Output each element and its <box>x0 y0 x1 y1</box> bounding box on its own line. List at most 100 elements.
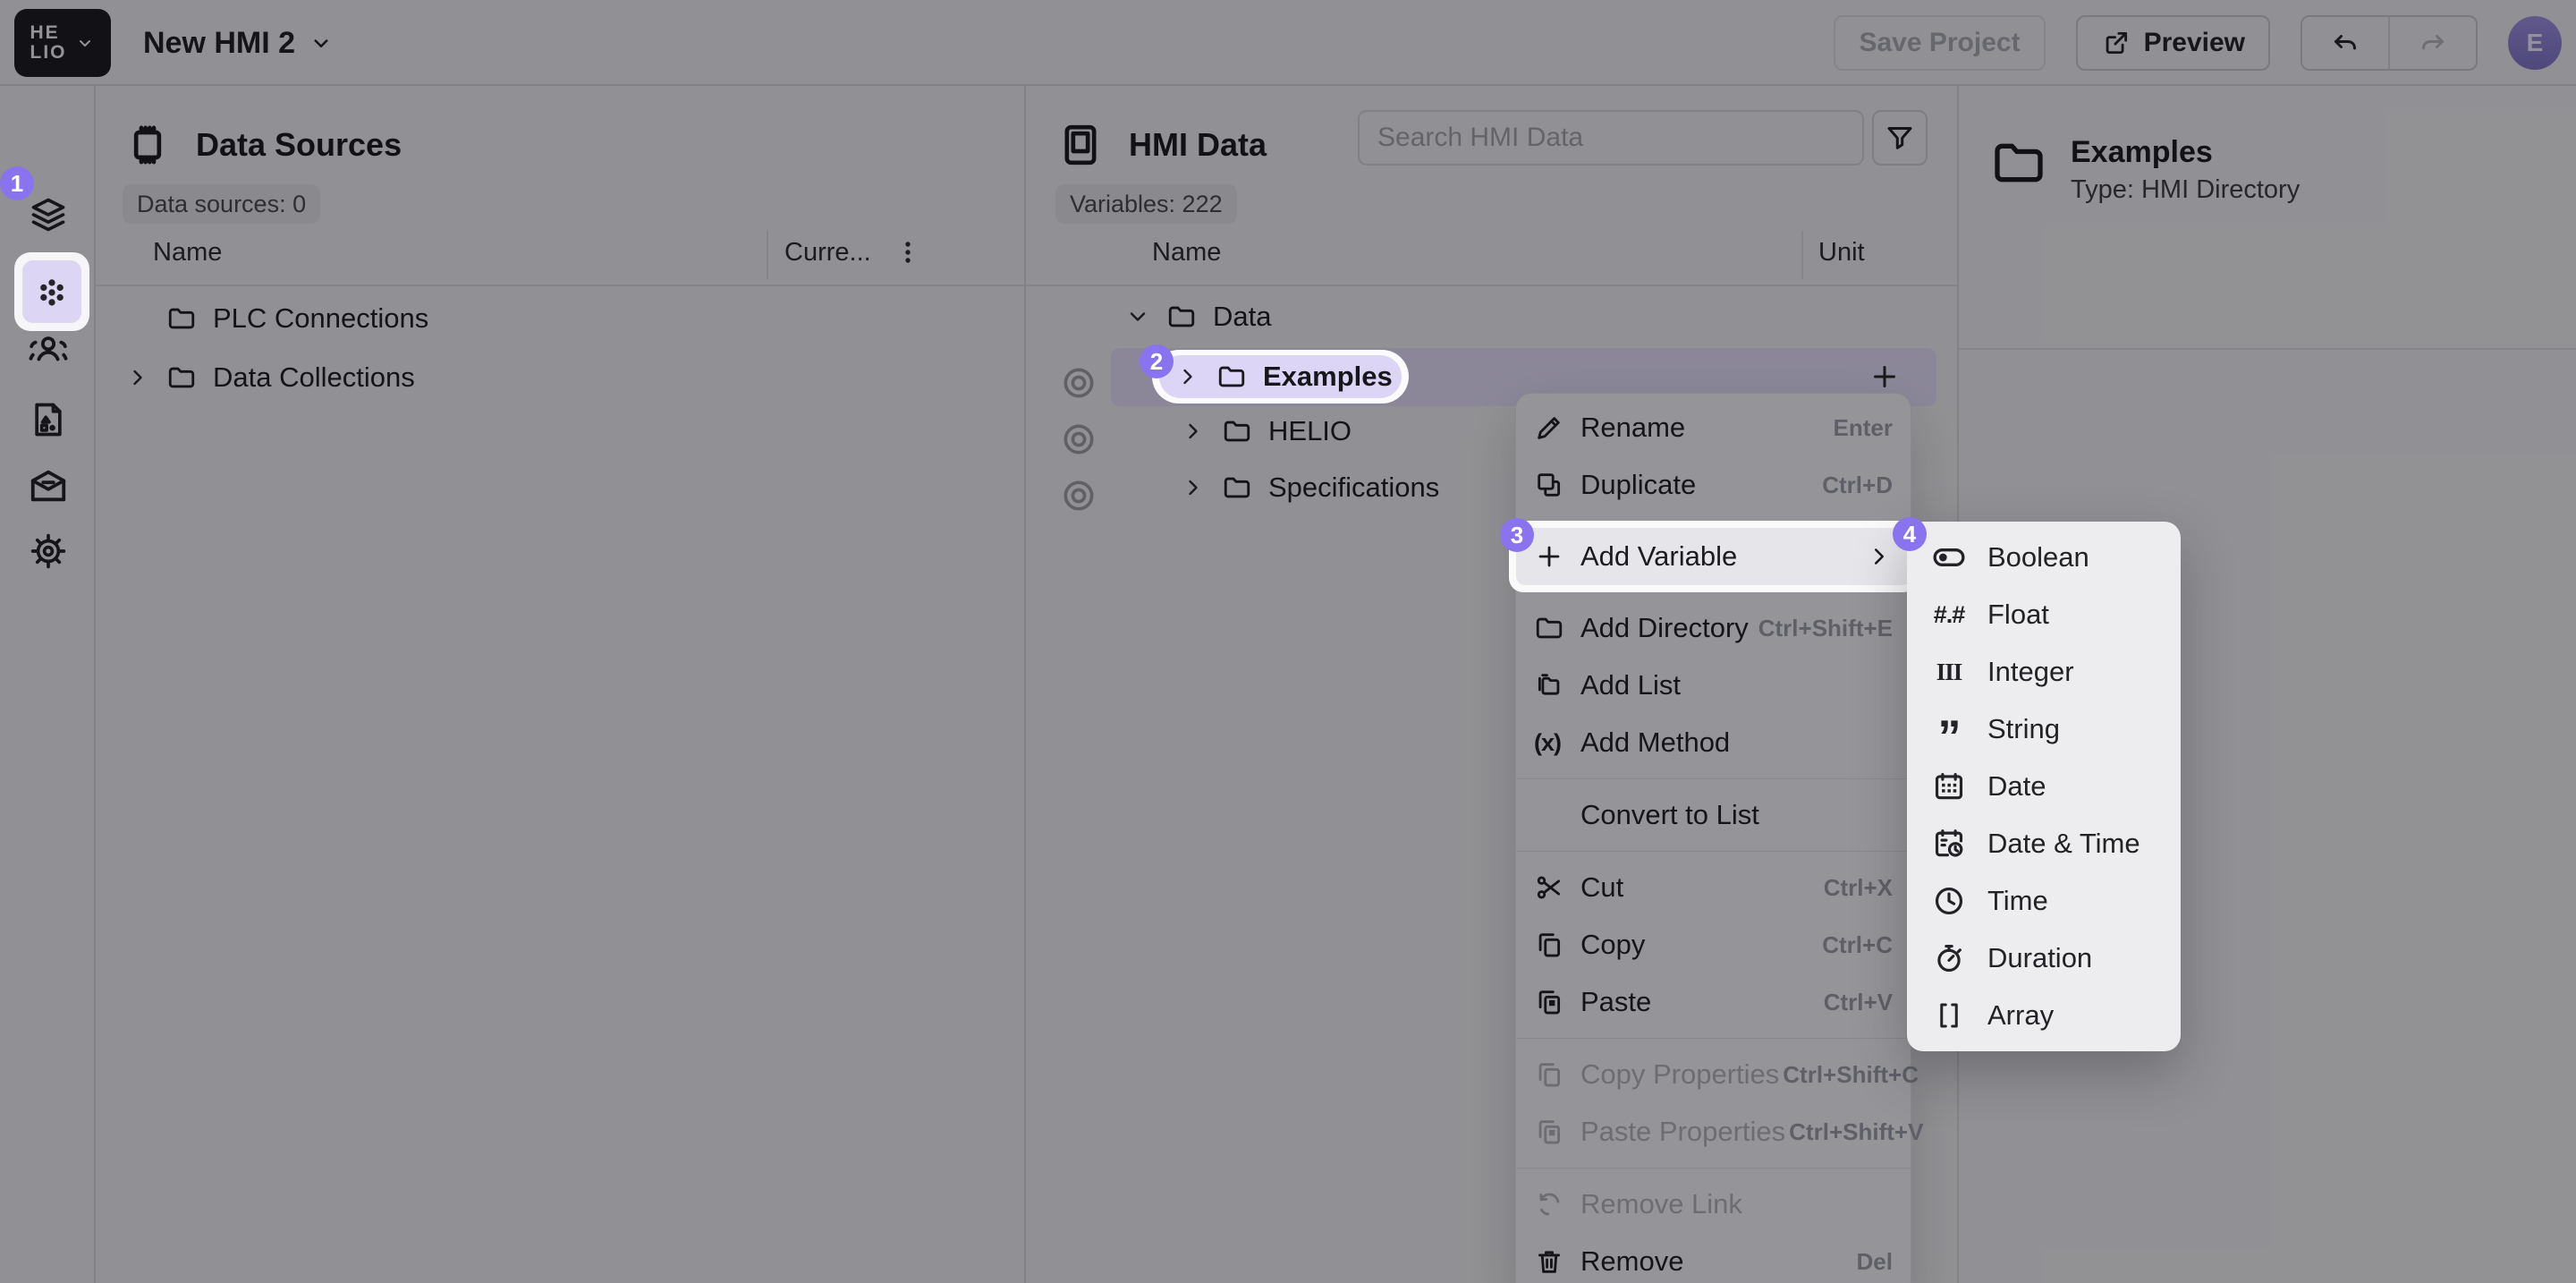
top-bar-actions: Save Project Preview <box>1834 15 2562 71</box>
folder-icon <box>1990 134 2047 191</box>
column-divider[interactable] <box>767 231 768 279</box>
folder-icon <box>1166 302 1197 332</box>
assets-icon[interactable] <box>0 400 96 439</box>
save-project-button[interactable]: Save Project <box>1834 15 2045 71</box>
menu-item-remove-link[interactable]: Remove Link <box>1516 1176 1911 1233</box>
chevron-right-icon[interactable] <box>1175 364 1200 389</box>
search-placeholder: Search HMI Data <box>1377 123 1583 153</box>
column-divider[interactable] <box>1801 231 1803 279</box>
menu-item-rename[interactable]: Rename Enter <box>1516 399 1911 456</box>
undo-button[interactable] <box>2302 17 2388 69</box>
plc-chip-icon <box>123 120 173 170</box>
tree-row-helio[interactable]: HELIO <box>1181 415 1352 447</box>
menu-item-cut[interactable]: Cut Ctrl+X <box>1516 859 1911 916</box>
float-hash-icon: #.# <box>1930 601 1968 629</box>
data-sources-panel: Data Sources Data sources: 0 Name Curre.… <box>96 86 1026 1283</box>
user-avatar[interactable]: E <box>2508 16 2562 70</box>
submenu-chevron-right-icon <box>1866 543 1893 570</box>
menu-item-duplicate[interactable]: Duplicate Ctrl+D <box>1516 456 1911 514</box>
mail-icon[interactable] <box>0 465 96 506</box>
menu-item-copy[interactable]: Copy Ctrl+C <box>1516 916 1911 973</box>
brackets-icon <box>1930 999 1968 1032</box>
submenu-item-time[interactable]: Time <box>1907 872 2181 930</box>
chevron-down-icon[interactable] <box>1125 304 1150 329</box>
settings-gear-icon[interactable] <box>0 531 96 571</box>
link-target-icon[interactable] <box>1059 363 1098 403</box>
stopwatch-icon <box>1930 941 1968 975</box>
tour-badge-2: 2 <box>1140 344 1174 378</box>
calendar-icon <box>1930 769 1968 803</box>
inspector-type: Type: HMI Directory <box>2071 175 2300 205</box>
menu-item-copy-properties[interactable]: Copy Properties Ctrl+Shift+C <box>1516 1046 1911 1103</box>
helio-logo-menu[interactable]: HE LIO <box>14 9 111 77</box>
column-name: Name <box>1152 238 1221 268</box>
data-dots-icon <box>32 272 72 311</box>
undo-redo-group <box>2301 15 2478 71</box>
folder-icon <box>1222 472 1252 503</box>
layers-icon[interactable] <box>0 195 96 234</box>
users-icon[interactable] <box>0 328 96 370</box>
chevron-right-icon[interactable] <box>1181 475 1206 500</box>
folder-icon <box>1216 361 1247 392</box>
redo-button[interactable] <box>2388 17 2476 69</box>
submenu-item-float[interactable]: #.# Float <box>1907 586 2181 643</box>
preview-button[interactable]: Preview <box>2076 15 2270 71</box>
clock-icon <box>1930 884 1968 918</box>
submenu-item-array[interactable]: Array <box>1907 987 2181 1044</box>
pencil-icon <box>1534 412 1577 443</box>
folder-icon <box>166 362 197 393</box>
add-child-plus-icon[interactable] <box>1868 361 1901 393</box>
menu-item-remove[interactable]: Remove Del <box>1516 1233 1911 1283</box>
tree-row-specifications[interactable]: Specifications <box>1181 472 1439 504</box>
data-sources-count-badge: Data sources: 0 <box>123 184 320 224</box>
project-name: New HMI 2 <box>143 26 295 61</box>
context-menu: Rename Enter Duplicate Ctrl+D Add Variab… <box>1515 393 1911 1283</box>
inspector-divider <box>1959 348 2576 350</box>
column-name: Name <box>153 238 222 268</box>
tree-row-data[interactable]: Data <box>1125 301 1271 333</box>
menu-item-paste[interactable]: Paste Ctrl+V <box>1516 973 1911 1031</box>
tree-row-data-collections[interactable]: Data Collections <box>125 361 415 394</box>
submenu-item-date-time[interactable]: Date & Time <box>1907 815 2181 872</box>
tree-row-plc-connections[interactable]: PLC Connections <box>166 302 428 335</box>
examples-spotlight-pill[interactable]: Examples <box>1152 350 1409 404</box>
menu-separator <box>1516 851 1911 852</box>
submenu-item-date[interactable]: Date <box>1907 758 2181 815</box>
chevron-right-icon[interactable] <box>125 365 150 390</box>
menu-item-convert-to-list[interactable]: Convert to List <box>1516 786 1911 844</box>
menu-item-add-variable-spotlight[interactable]: Add Variable <box>1509 521 1918 592</box>
unlink-refresh-icon <box>1534 1189 1577 1219</box>
project-title-dropdown[interactable]: New HMI 2 <box>143 0 335 86</box>
plus-icon <box>1534 541 1577 572</box>
menu-item-add-list[interactable]: Add List <box>1516 657 1911 714</box>
external-link-icon <box>2101 28 2131 58</box>
chevron-down-icon <box>308 30 335 56</box>
scissors-icon <box>1534 872 1577 903</box>
panel-title: Data Sources <box>196 126 402 164</box>
panel-title: HMI Data <box>1129 126 1267 164</box>
chevron-right-icon[interactable] <box>1181 419 1206 444</box>
filter-button[interactable] <box>1872 110 1928 166</box>
menu-item-paste-properties[interactable]: Paste Properties Ctrl+Shift+V <box>1516 1103 1911 1160</box>
method-x-icon: (x) <box>1534 729 1577 757</box>
tour-badge-4: 4 <box>1893 517 1927 551</box>
submenu-item-boolean[interactable]: Boolean <box>1907 529 2181 586</box>
paste-icon <box>1534 987 1577 1017</box>
link-target-icon[interactable] <box>1059 476 1098 515</box>
variables-count-badge: Variables: 222 <box>1055 184 1237 224</box>
menu-item-add-directory[interactable]: Add Directory Ctrl+Shift+E <box>1516 599 1911 657</box>
hmi-display-icon <box>1055 120 1106 170</box>
submenu-item-string[interactable]: ” String <box>1907 701 2181 758</box>
search-input[interactable]: Search HMI Data <box>1358 110 1864 166</box>
kebab-menu-icon[interactable] <box>892 236 924 268</box>
submenu-item-duration[interactable]: Duration <box>1907 930 2181 987</box>
menu-separator <box>1516 778 1911 779</box>
inspector-title: Examples <box>2071 134 2300 170</box>
folder-icon <box>166 303 197 334</box>
trash-icon <box>1534 1246 1577 1277</box>
tour-badge-1: 1 <box>0 166 34 200</box>
submenu-item-integer[interactable]: III Integer <box>1907 643 2181 701</box>
menu-item-add-method[interactable]: (x) Add Method <box>1516 714 1911 771</box>
sidebar-item-data-active[interactable] <box>14 252 89 331</box>
link-target-icon[interactable] <box>1059 420 1098 459</box>
